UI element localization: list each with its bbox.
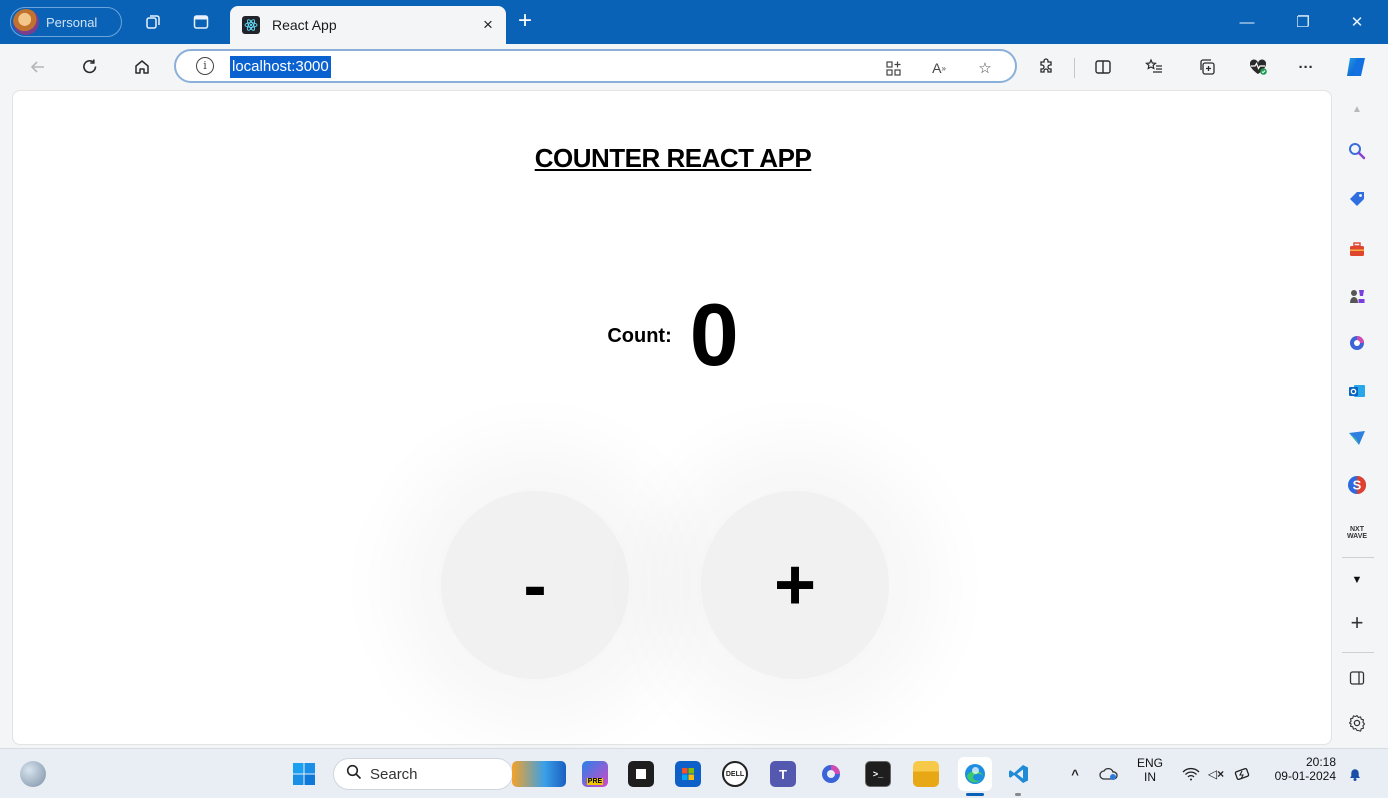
command-prompt-icon[interactable]: >_ [865, 761, 891, 787]
browser-title-bar: Personal React App × + — ❐ ✕ [0, 0, 1388, 44]
sidebar-nxtwave-icon[interactable]: NXT WAVE [1344, 520, 1370, 546]
workspaces-icon[interactable] [142, 11, 164, 33]
sidebar-send-icon[interactable] [1344, 425, 1370, 451]
teams-icon[interactable]: T [770, 761, 796, 787]
counter-page: COUNTER REACT APP Count: 0 - + [12, 90, 1332, 745]
decrement-button[interactable]: - [441, 491, 629, 679]
sidebar-extension-s-icon[interactable]: S [1344, 472, 1370, 498]
app-available-icon[interactable] [882, 57, 904, 79]
copilot-pre-icon[interactable]: PRE [582, 761, 608, 787]
back-icon[interactable] [24, 53, 52, 81]
edge-browser-icon[interactable] [958, 757, 992, 791]
sidebar-copilot-365-icon[interactable] [1344, 330, 1370, 356]
read-aloud-icon[interactable]: A» [928, 57, 950, 79]
restore-button[interactable]: ❐ [1280, 8, 1326, 36]
collections-icon[interactable] [1196, 55, 1220, 79]
windows-taskbar: Search PRE DELL T >_ ^ ENG IN ◁× 20:18 0… [0, 748, 1388, 798]
dell-icon[interactable]: DELL [722, 761, 748, 787]
sidebar-more-apps-icon[interactable]: ▼ [1344, 567, 1370, 593]
minimize-button[interactable]: — [1224, 8, 1270, 36]
microsoft-365-icon[interactable] [818, 761, 844, 787]
favorite-star-icon[interactable]: ☆ [974, 57, 996, 79]
copilot-icon[interactable] [1342, 53, 1370, 81]
notification-bell-icon[interactable] [1342, 761, 1368, 787]
extensions-icon[interactable] [1034, 55, 1058, 79]
refresh-icon[interactable] [76, 53, 104, 81]
more-options-icon[interactable]: ··· [1294, 55, 1318, 79]
close-window-button[interactable]: ✕ [1334, 8, 1380, 36]
svg-text:S: S [1353, 478, 1362, 493]
increment-button[interactable]: + [701, 491, 889, 679]
profile-label: Personal [46, 14, 98, 30]
toolbar-divider [1074, 58, 1075, 78]
sidebar-add-icon[interactable]: + [1344, 610, 1370, 636]
search-icon [346, 764, 362, 785]
onedrive-sync-icon[interactable] [1096, 761, 1122, 787]
browser-essentials-icon[interactable] [1246, 55, 1270, 79]
volume-muted-icon[interactable]: ◁× [1203, 761, 1229, 787]
sidebar-divider-2 [1342, 652, 1374, 653]
sidebar-divider [1342, 557, 1374, 558]
count-label: Count: [607, 324, 672, 347]
sidebar-settings-gear-icon[interactable] [1344, 710, 1370, 736]
edge-sidebar: ▲ S NXT WAVE ▼ + [1334, 90, 1388, 748]
browser-toolbar: i localhost:3000 A» ☆ ··· [0, 44, 1388, 90]
sidebar-scroll-up-icon[interactable]: ▲ [1344, 96, 1370, 122]
search-placeholder: Search [370, 765, 418, 783]
windows-start-icon[interactable] [291, 761, 317, 787]
taskbar-highlight-image-icon[interactable] [512, 761, 566, 787]
terminal-app-icon[interactable] [628, 761, 654, 787]
widgets-weather-icon[interactable] [20, 761, 46, 787]
vs-code-icon[interactable] [1006, 761, 1032, 787]
count-value: 0 [689, 285, 739, 384]
browser-viewport: COUNTER REACT APP Count: 0 - + [0, 90, 1388, 748]
profile-avatar [13, 9, 39, 35]
language-region: IN [1144, 770, 1156, 784]
system-clock[interactable]: 20:18 09-01-2024 [1266, 755, 1336, 783]
tab-actions-icon[interactable] [190, 11, 212, 33]
site-info-icon[interactable]: i [196, 57, 214, 75]
address-bar-url[interactable]: localhost:3000 [230, 56, 331, 78]
sidebar-games-icon[interactable] [1344, 283, 1370, 309]
tab-react-app[interactable]: React App × [230, 6, 506, 44]
clock-date: 09-01-2024 [1274, 769, 1336, 783]
home-icon[interactable] [128, 53, 156, 81]
profile-button[interactable]: Personal [10, 7, 122, 37]
show-hidden-icons-chevron-icon[interactable]: ^ [1062, 761, 1088, 787]
sidebar-search-icon[interactable] [1344, 138, 1370, 164]
address-bar[interactable]: i localhost:3000 A» ☆ [174, 49, 1017, 83]
sidebar-tools-icon[interactable] [1344, 236, 1370, 262]
count-display: Count: 0 [13, 287, 1333, 383]
taskbar-search-box[interactable]: Search [333, 758, 513, 790]
favorites-icon[interactable] [1142, 55, 1166, 79]
sidebar-outlook-icon[interactable] [1344, 378, 1370, 404]
split-screen-icon[interactable] [1091, 55, 1115, 79]
react-favicon-icon [242, 16, 260, 34]
wifi-icon[interactable] [1178, 761, 1204, 787]
tab-title: React App [272, 17, 337, 33]
battery-charging-icon[interactable] [1230, 761, 1256, 787]
sidebar-shopping-icon[interactable] [1344, 186, 1370, 212]
sidebar-hide-icon[interactable] [1344, 665, 1370, 691]
language-indicator[interactable]: ENG IN [1135, 756, 1165, 784]
page-title: COUNTER REACT APP [534, 143, 812, 173]
edge-active-indicator [966, 793, 984, 796]
new-tab-button[interactable]: + [512, 9, 538, 35]
vscode-running-indicator [1015, 793, 1021, 796]
file-explorer-icon[interactable] [913, 761, 939, 787]
language-code: ENG [1136, 756, 1163, 770]
microsoft-store-icon[interactable] [675, 761, 701, 787]
clock-time: 20:18 [1305, 755, 1336, 769]
close-tab-icon[interactable]: × [476, 13, 500, 37]
